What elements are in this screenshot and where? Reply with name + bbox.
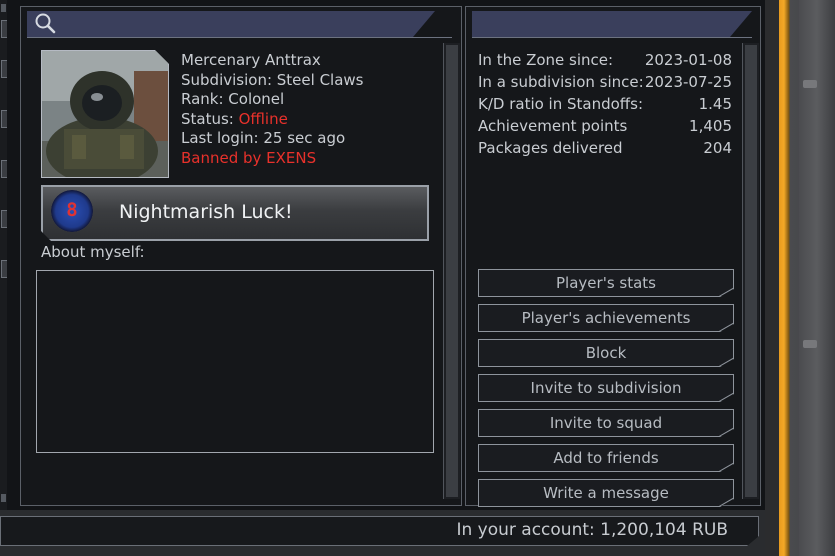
main-frame: Mercenary Anttrax Subdivision: Steel Cla… [7, 0, 765, 510]
profile-scrollbar[interactable] [443, 43, 460, 499]
stat-value: 2023-01-08 [644, 51, 732, 69]
rail-knob [803, 80, 817, 88]
rank: Rank: Colonel [181, 90, 285, 108]
avatar-image [42, 51, 168, 177]
stat-value: 204 [703, 139, 732, 157]
ban-notice: Banned by EXENS [181, 148, 317, 167]
search-icon[interactable] [33, 11, 57, 35]
stat-row: Packages delivered 204 [478, 137, 732, 159]
status-value: Offline [238, 109, 288, 128]
status-line: Status: Offline [181, 110, 363, 130]
stat-row: In the Zone since: 2023-01-08 [478, 49, 732, 71]
add-to-friends-button[interactable]: Add to friends [478, 444, 734, 472]
invite-to-squad-button[interactable]: Invite to squad [478, 409, 734, 437]
subdivision: Subdivision: Steel Claws [181, 70, 364, 89]
stats-list: In the Zone since: 2023-01-08 In a subdi… [478, 49, 732, 159]
stats-scrollbar[interactable] [742, 43, 759, 499]
block-button[interactable]: Block [478, 339, 734, 367]
profile-panel: Mercenary Anttrax Subdivision: Steel Cla… [20, 6, 462, 506]
actions-list: Player's stats Player's achievements Blo… [478, 269, 734, 514]
stat-value: 2023-07-25 [644, 73, 732, 91]
stat-label: In a subdivision since: [478, 73, 644, 91]
last-login: Last login: 25 sec ago [181, 129, 346, 147]
achievement-badge-icon: 8 [51, 190, 93, 232]
rail-knob [803, 340, 817, 348]
account-balance: In your account: 1,200,104 RUB [456, 520, 728, 540]
scroll-thumb[interactable] [745, 45, 757, 497]
stat-label: K/D ratio in Standoffs: [478, 95, 644, 113]
avatar [41, 50, 169, 178]
scroll-up-arrow-icon[interactable] [1, 4, 6, 12]
header-divider [27, 37, 452, 38]
status-label: Status: [181, 109, 239, 128]
stat-row: In a subdivision since: 2023-07-25 [478, 71, 732, 93]
featured-achievement[interactable]: 8 Nightmarish Luck! [41, 185, 429, 241]
about-textarea[interactable] [36, 270, 434, 453]
account-balance-box: In your account: 1,200,104 RUB [0, 516, 759, 546]
panel-header [472, 11, 752, 37]
window-edge [765, 0, 835, 556]
achievement-label: Nightmarish Luck! [119, 201, 293, 223]
player-name: Mercenary Anttrax [181, 51, 321, 69]
panel-header [27, 11, 435, 37]
stat-row: K/D ratio in Standoffs: 1.45 [478, 93, 732, 115]
account-bar: In your account: 1,200,104 RUB [0, 510, 765, 556]
stat-label: Achievement points [478, 117, 628, 135]
player-stats-button[interactable]: Player's stats [478, 269, 734, 297]
about-label: About myself: [41, 243, 145, 261]
stat-row: Achievement points 1,405 [478, 115, 732, 137]
write-message-button[interactable]: Write a message [478, 479, 734, 507]
stat-value: 1.45 [698, 95, 732, 113]
header-divider [472, 37, 752, 38]
scroll-down-arrow-icon[interactable] [1, 494, 6, 502]
scroll-thumb[interactable] [446, 45, 458, 497]
invite-to-subdivision-button[interactable]: Invite to subdivision [478, 374, 734, 402]
stat-value: 1,405 [689, 117, 732, 135]
stat-label: In the Zone since: [478, 51, 614, 69]
achievement-badge-digit: 8 [66, 199, 78, 221]
player-achievements-button[interactable]: Player's achievements [478, 304, 734, 332]
stats-panel: In the Zone since: 2023-01-08 In a subdi… [465, 6, 761, 506]
stat-label: Packages delivered [478, 139, 623, 157]
profile-info: Mercenary Anttrax Subdivision: Steel Cla… [181, 51, 363, 168]
